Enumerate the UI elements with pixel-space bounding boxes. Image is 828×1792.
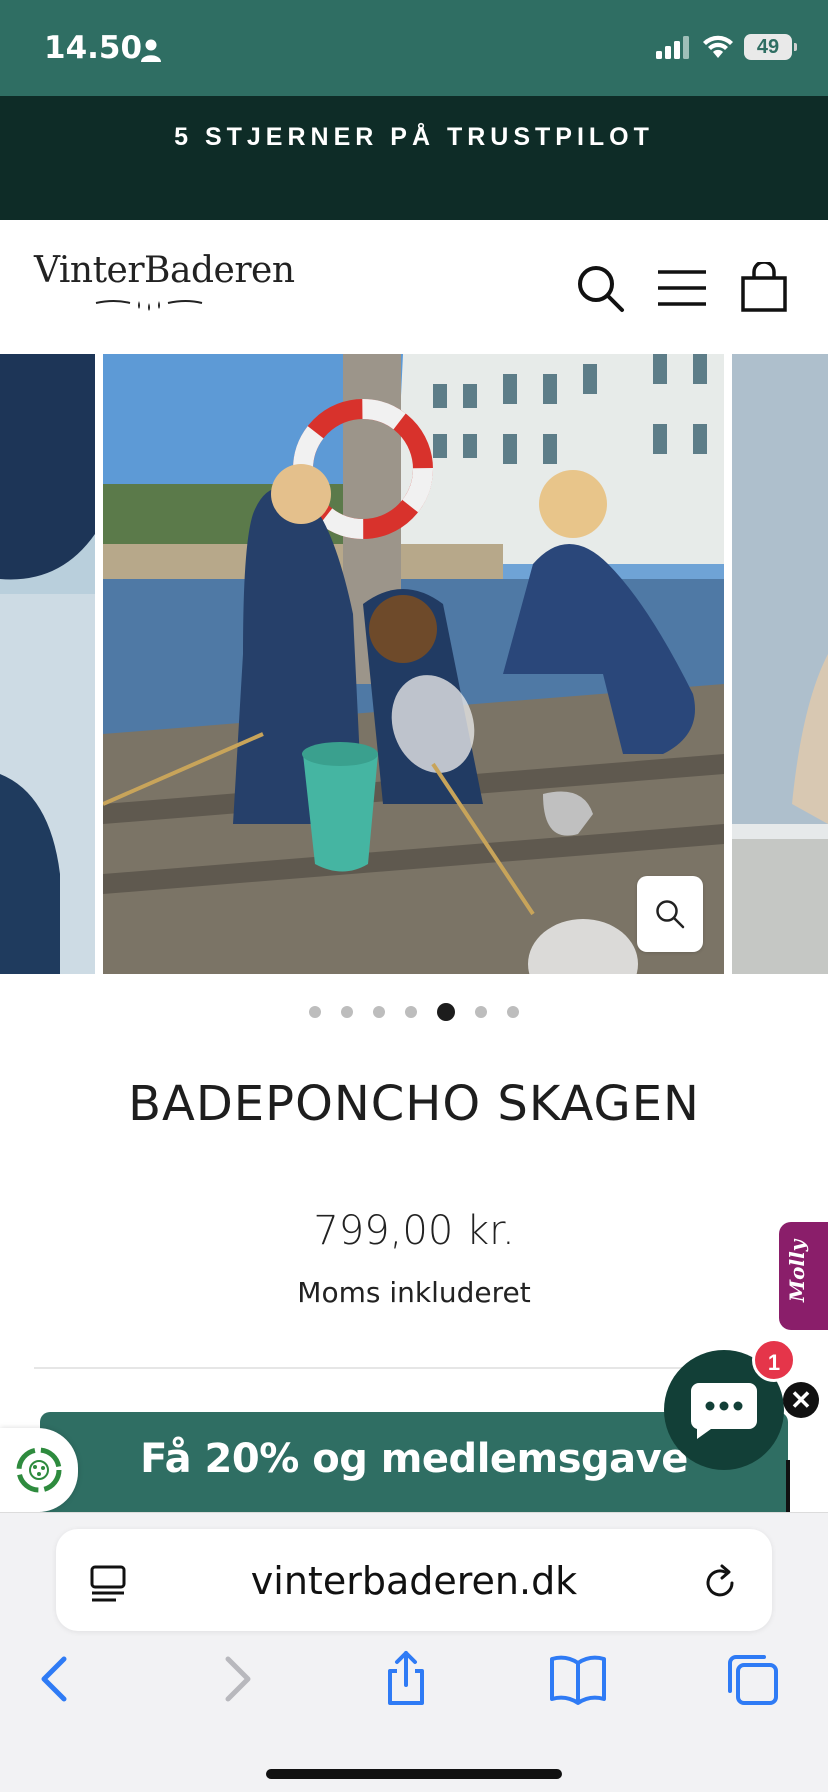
zoom-button[interactable] <box>637 876 703 952</box>
gallery-dot[interactable] <box>341 1006 353 1018</box>
zoom-icon <box>656 900 685 929</box>
status-bar: 14.50 49 <box>0 0 828 96</box>
cellular-signal-icon <box>656 36 689 59</box>
logo-text: VinterBaderen <box>34 250 295 291</box>
share-icon[interactable] <box>376 1649 436 1709</box>
recycle-badge[interactable] <box>0 1428 78 1512</box>
gallery-slide-previous[interactable] <box>0 354 95 974</box>
announcement-text: 5 STJERNER PÅ TRUSTPILOT <box>174 123 654 151</box>
molly-tab[interactable]: Molly <box>779 1222 828 1330</box>
molly-label: Molly <box>785 1239 809 1302</box>
browser-toolbar: vinterbaderen.dk <box>0 1512 828 1792</box>
gallery-dot[interactable] <box>475 1006 487 1018</box>
gallery-dot[interactable] <box>405 1006 417 1018</box>
gallery-pagination <box>0 1000 828 1024</box>
back-icon[interactable] <box>28 1649 88 1709</box>
cart-icon[interactable] <box>738 262 790 314</box>
url-text: vinterbaderen.dk <box>250 1559 578 1603</box>
chat-notification-badge: 1 <box>752 1338 796 1382</box>
forward-icon[interactable] <box>206 1649 266 1709</box>
battery-indicator: 49 <box>744 34 797 60</box>
promo-edge <box>786 1460 790 1512</box>
tabs-icon[interactable] <box>722 1649 782 1709</box>
menu-icon[interactable] <box>656 262 708 314</box>
logo-drops-icon <box>95 300 203 311</box>
chat-bubble-icon <box>690 1383 757 1439</box>
gallery-dot-active[interactable] <box>437 1003 455 1021</box>
reload-icon[interactable] <box>698 1561 742 1605</box>
gallery-dot[interactable] <box>507 1006 519 1018</box>
gallery-slide-main[interactable] <box>103 354 724 974</box>
product-title: BADEPONCHO SKAGEN <box>128 1076 700 1132</box>
logo[interactable]: VinterBaderen <box>34 250 295 315</box>
bookmarks-icon[interactable] <box>548 1649 608 1709</box>
product-price: 799,00 kr. <box>313 1208 515 1254</box>
product-gallery[interactable] <box>0 354 828 974</box>
chat-close-button[interactable]: ✕ <box>783 1382 819 1418</box>
announcement-bar[interactable]: 5 STJERNER PÅ TRUSTPILOT <box>0 96 828 220</box>
address-bar[interactable]: vinterbaderen.dk <box>56 1529 772 1631</box>
home-indicator <box>266 1769 562 1779</box>
status-indicators: 49 <box>656 34 797 60</box>
search-icon[interactable] <box>574 262 626 314</box>
status-time: 14.50 <box>44 30 143 66</box>
person-icon <box>141 39 161 62</box>
recycle-icon <box>16 1447 62 1493</box>
gallery-dot[interactable] <box>373 1006 385 1018</box>
gallery-dot[interactable] <box>309 1006 321 1018</box>
page-root: 14.50 49 5 STJERNER PÅ TRUSTPILOT Vinter… <box>0 0 828 1792</box>
wifi-icon <box>703 35 733 58</box>
tax-note: Moms inkluderet <box>297 1276 531 1309</box>
gallery-slide-next[interactable] <box>732 354 828 974</box>
site-header: VinterBaderen <box>0 220 828 354</box>
